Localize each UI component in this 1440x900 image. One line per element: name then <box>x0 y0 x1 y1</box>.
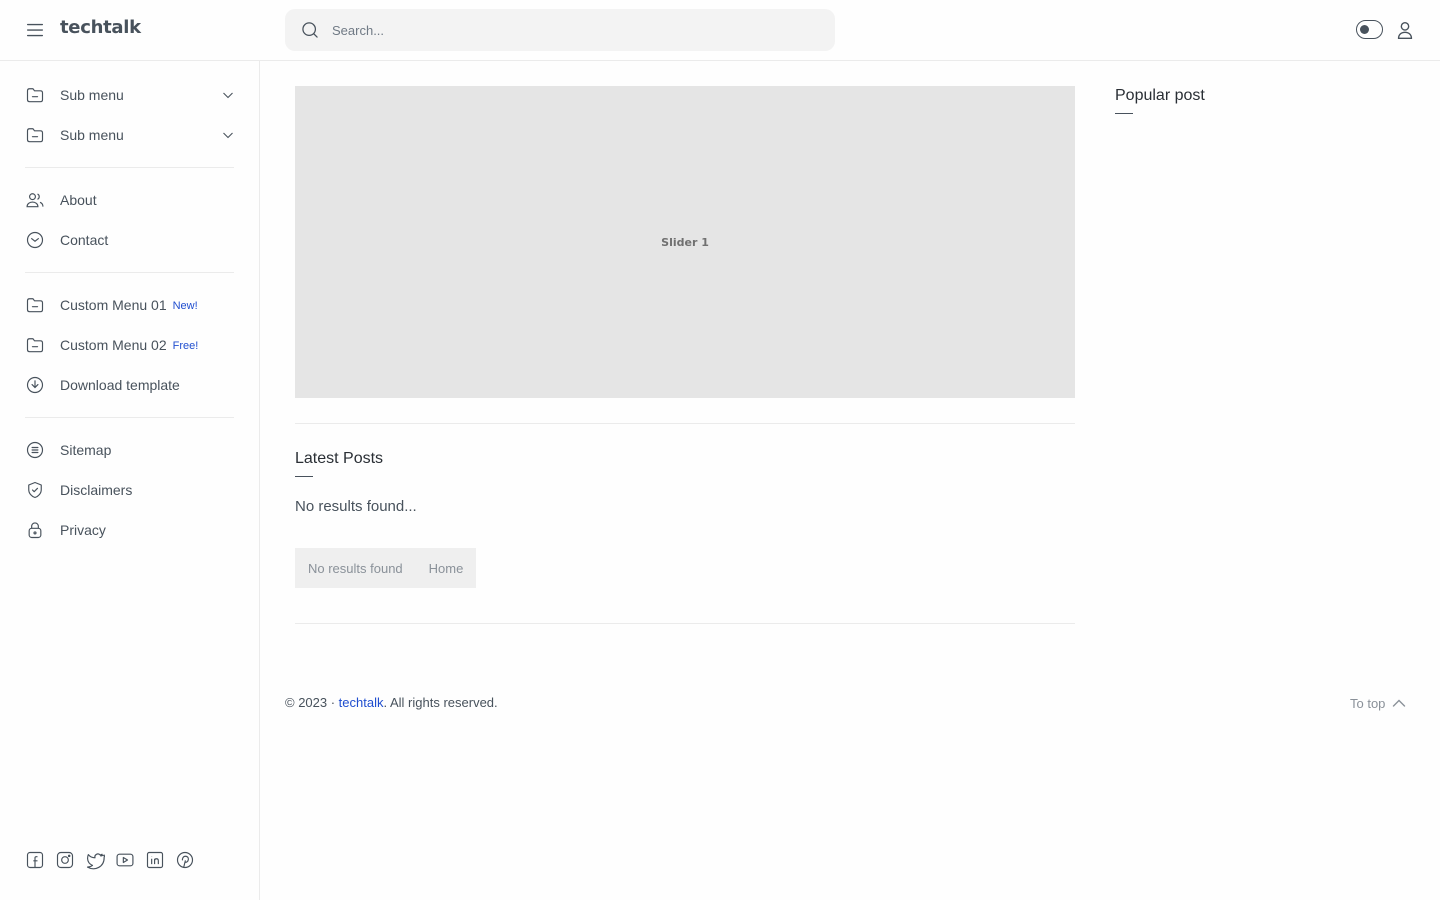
mail-icon <box>25 230 45 250</box>
section-divider <box>295 423 1075 424</box>
copyright-text: © 2023 · techtalk. All rights reserved. <box>285 695 498 710</box>
instagram-icon[interactable] <box>55 850 75 870</box>
download-icon <box>25 375 45 395</box>
sidebar-item-label: Download template <box>60 377 180 393</box>
linkedin-icon[interactable] <box>145 850 165 870</box>
popular-post-heading: Popular post <box>1115 87 1205 104</box>
lock-icon <box>25 520 45 540</box>
sidebar-item-sub-menu-2[interactable]: Sub menu <box>25 115 235 155</box>
sidebar-item-custom-menu-01[interactable]: Custom Menu 01 New! <box>25 285 235 325</box>
sidebar-divider <box>25 167 234 168</box>
sidebar-item-label: Sub menu <box>60 87 124 103</box>
copyright-prefix: © 2023 · <box>285 695 339 710</box>
sidebar-item-custom-menu-02[interactable]: Custom Menu 02 Free! <box>25 325 235 365</box>
sidebar-item-label: Custom Menu 02 <box>60 337 167 353</box>
copyright-suffix: . All rights reserved. <box>383 695 498 710</box>
dark-mode-toggle-icon[interactable] <box>1356 20 1383 39</box>
sidebar-item-label: About <box>60 192 97 208</box>
user-icon[interactable] <box>1394 19 1416 41</box>
heading-underline <box>1115 113 1133 114</box>
search-bar <box>285 9 835 51</box>
breadcrumb-home-link[interactable]: Home <box>429 561 464 576</box>
to-top-button[interactable]: To top <box>1350 695 1407 711</box>
breadcrumb-current: No results found <box>308 560 403 576</box>
sidebar-item-disclaimers[interactable]: Disclaimers <box>25 470 235 510</box>
folder-icon <box>25 85 45 105</box>
facebook-icon[interactable] <box>25 850 45 870</box>
sidebar: Sub menu Sub menu About Contact Custom M… <box>0 61 260 900</box>
hamburger-menu-icon[interactable] <box>24 19 46 41</box>
list-icon <box>25 440 45 460</box>
breadcrumb: No results found Home <box>295 548 477 588</box>
footer-brand-link[interactable]: techtalk <box>339 695 384 710</box>
twitter-icon[interactable] <box>85 850 105 870</box>
search-icon[interactable] <box>300 20 320 40</box>
folder-icon <box>25 335 45 355</box>
sidebar-item-label: Privacy <box>60 522 106 538</box>
shield-icon <box>25 480 45 500</box>
social-links <box>25 850 195 870</box>
slider-label: Slider 1 <box>661 235 709 249</box>
sidebar-item-label: Contact <box>60 232 109 248</box>
hero-slider[interactable]: Slider 1 <box>295 86 1075 398</box>
top-header: techtalk <box>0 0 1440 61</box>
free-badge: Free! <box>172 340 199 352</box>
heading-underline <box>295 476 313 477</box>
chevron-up-icon <box>1391 695 1407 711</box>
sidebar-item-label: Sitemap <box>60 442 112 458</box>
sidebar-item-label: Sub menu <box>60 127 124 143</box>
no-results-message: No results found... <box>295 498 417 515</box>
sidebar-item-privacy[interactable]: Privacy <box>25 510 235 550</box>
to-top-label: To top <box>1350 695 1386 711</box>
latest-posts-heading: Latest Posts <box>295 450 384 467</box>
sidebar-divider <box>25 272 234 273</box>
folder-icon <box>25 125 45 145</box>
users-icon <box>25 190 45 210</box>
section-divider <box>295 623 1075 624</box>
sidebar-item-contact[interactable]: Contact <box>25 220 235 260</box>
sidebar-item-sitemap[interactable]: Sitemap <box>25 430 235 470</box>
pinterest-icon[interactable] <box>175 850 195 870</box>
chevron-down-icon[interactable] <box>222 89 234 101</box>
sidebar-divider <box>25 417 234 418</box>
folder-icon <box>25 295 45 315</box>
sidebar-item-label: Custom Menu 01 <box>60 297 167 313</box>
new-badge: New! <box>172 300 198 312</box>
youtube-icon[interactable] <box>115 850 135 870</box>
sidebar-item-about[interactable]: About <box>25 180 235 220</box>
site-logo[interactable]: techtalk <box>60 17 141 38</box>
sidebar-item-download-template[interactable]: Download template <box>25 365 235 405</box>
sidebar-item-label: Disclaimers <box>60 482 133 498</box>
sidebar-item-sub-menu-1[interactable]: Sub menu <box>25 75 235 115</box>
chevron-down-icon[interactable] <box>222 129 234 141</box>
search-input[interactable] <box>332 9 822 51</box>
